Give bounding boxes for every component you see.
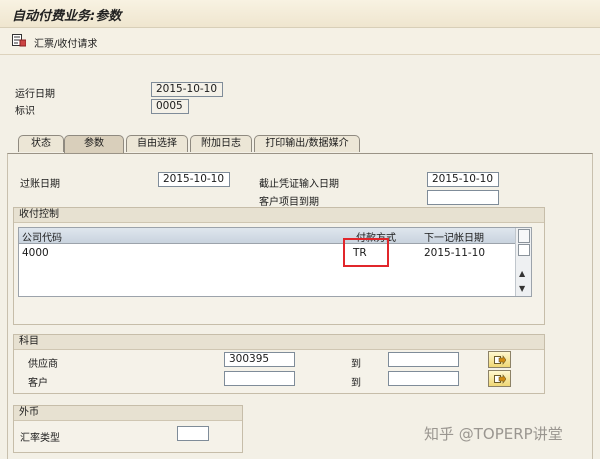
toolbar-button-drafts-requests[interactable]: 汇票/收付请求 bbox=[34, 35, 97, 50]
tab-additional-log[interactable]: 附加日志 bbox=[190, 135, 252, 152]
payment-control-title: 收付控制 bbox=[14, 208, 544, 223]
table-header: 公司代码 付款方式 下一记帐日期 bbox=[19, 228, 517, 244]
table-scrollbar[interactable]: ▲ ▼ bbox=[515, 228, 531, 296]
customer-label: 客户 bbox=[28, 378, 48, 389]
posting-date-input[interactable]: 2015-10-10 bbox=[158, 172, 230, 187]
tab-status[interactable]: 状态 bbox=[18, 135, 64, 152]
payment-control-table: 公司代码 付款方式 下一记帐日期 4000 TR 2015-11-10 ▲ ▼ bbox=[18, 227, 532, 297]
toolbar: 汇票/收付请求 bbox=[0, 28, 600, 55]
table-settings-icon[interactable] bbox=[518, 229, 530, 243]
arrow-right-icon bbox=[494, 355, 506, 365]
column-header-company-code[interactable]: 公司代码 bbox=[22, 229, 62, 244]
cutoff-date-label: 截止凭证输入日期 bbox=[259, 179, 339, 190]
vendor-to-input[interactable] bbox=[388, 352, 459, 367]
customer-multiple-selection-button[interactable] bbox=[488, 370, 511, 387]
cell-next-posting-date[interactable]: 2015-11-10 bbox=[424, 247, 485, 259]
customer-from-input[interactable] bbox=[224, 371, 295, 386]
window-title: 自动付费业务:参数 bbox=[12, 9, 122, 24]
posting-date-label: 过账日期 bbox=[20, 179, 60, 190]
accounts-title: 科目 bbox=[14, 335, 544, 350]
tab-printout-data-medium[interactable]: 打印输出/数据媒介 bbox=[254, 135, 360, 152]
id-label: 标识 bbox=[15, 106, 35, 117]
exchange-rate-type-input[interactable] bbox=[177, 426, 209, 441]
vendor-to-label: 到 bbox=[351, 359, 361, 370]
cutoff-date-input[interactable]: 2015-10-10 bbox=[427, 172, 499, 187]
run-date-field: 2015-10-10 bbox=[151, 82, 223, 97]
customer-due-input[interactable] bbox=[427, 190, 499, 205]
exchange-rate-type-label: 汇率类型 bbox=[20, 433, 60, 444]
run-date-label: 运行日期 bbox=[15, 89, 55, 100]
vendor-label: 供应商 bbox=[28, 359, 58, 370]
watermark: 知乎 @TOPERP讲堂 bbox=[424, 425, 563, 443]
cell-company-code[interactable]: 4000 bbox=[22, 247, 49, 259]
select-all-checkbox[interactable] bbox=[518, 244, 530, 256]
customer-due-label: 客户项目到期 bbox=[259, 197, 319, 208]
id-field: 0005 bbox=[151, 99, 189, 114]
document-list-icon[interactable] bbox=[12, 34, 26, 47]
tab-free-selection[interactable]: 自由选择 bbox=[126, 135, 188, 152]
scroll-up-icon[interactable]: ▲ bbox=[519, 269, 525, 278]
vendor-multiple-selection-button[interactable] bbox=[488, 351, 511, 368]
title-bar: 自动付费业务:参数 bbox=[0, 0, 600, 28]
highlight-annotation-box bbox=[343, 238, 389, 267]
arrow-right-icon bbox=[494, 374, 506, 384]
scroll-down-icon[interactable]: ▼ bbox=[519, 284, 525, 293]
customer-to-label: 到 bbox=[351, 378, 361, 389]
foreign-currency-title: 外币 bbox=[14, 406, 242, 421]
column-header-next-posting-date[interactable]: 下一记帐日期 bbox=[424, 229, 484, 244]
tab-parameters[interactable]: 参数 bbox=[64, 135, 124, 153]
customer-to-input[interactable] bbox=[388, 371, 459, 386]
vendor-from-input[interactable]: 300395 bbox=[224, 352, 295, 367]
